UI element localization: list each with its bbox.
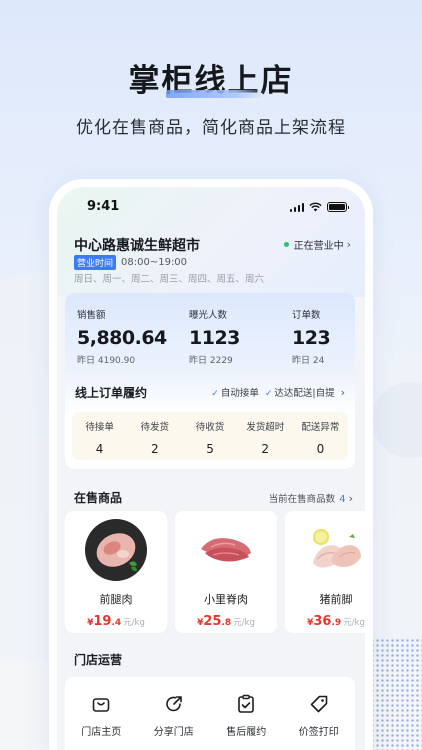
dot-pattern-decoration [370,638,422,750]
headline-highlight [166,90,266,98]
stat-exposure[interactable]: 曝光人数 1123 昨日 2229 [189,307,240,366]
op-after-sales[interactable]: 售后履约 [210,693,283,750]
stat-value: 5,880.64 [77,327,167,349]
hours-tag: 营业时间 [74,255,117,270]
stat-label: 订单数 [292,310,321,321]
op-share-store[interactable]: 分享门店 [138,693,211,750]
business-hours: 营业时间 08:00~19:00 [74,255,187,270]
stat-value: 1123 [189,327,240,349]
store-status-link[interactable]: 正在营业中 › [283,237,351,252]
goods-card[interactable]: 前腿肉 ¥19.4 元/kg [65,511,167,633]
check-icon: ✓ [211,389,219,399]
app-screen: 9:41 中心路惠诚生鲜超市 正在营业中 › 营业时间 08:00~19:00 … [57,187,365,750]
battery-icon [327,202,349,212]
signal-icon [289,202,304,212]
hours-text: 08:00~19:00 [121,257,188,268]
goods-price: ¥36.9 元/kg [307,614,365,629]
order-options[interactable]: ✓ 自动接单 ✓ 达达配送|自提 › [211,385,345,400]
operations-title: 门店运营 [74,653,123,667]
stat-yesterday: 昨日 2229 [189,356,233,366]
price-tag-icon [310,695,328,713]
goods-card[interactable]: 小里脊肉 ¥25.8 元/kg [175,511,277,633]
order-cell-delivery-error[interactable]: 配送异常 0 [293,412,348,460]
chevron-right-icon: › [346,238,351,251]
stat-sales[interactable]: 销售额 5,880.64 昨日 4190.90 [77,307,167,366]
goods-card[interactable]: 猪前脚 ¥36.9 元/kg [285,511,365,633]
op-store-home[interactable]: 门店主页 [65,693,138,750]
op-price-tag[interactable]: 价签打印 [283,693,356,750]
order-cell-pending-accept[interactable]: 待接单 4 [72,412,127,460]
delivery-option[interactable]: ✓ 达达配送|自提 [265,385,335,399]
promo-subhead: 优化在售商品，简化商品上架流程 [76,118,346,138]
store-status-text: 正在营业中 [293,241,344,252]
stat-yesterday: 昨日 4190.90 [77,356,136,366]
stat-label: 销售额 [77,310,106,321]
wifi-icon [309,202,322,212]
check-icon: ✓ [264,389,273,399]
goods-list: 前腿肉 ¥19.4 元/kg 小里脊肉 ¥25.8 元/kg 猪前脚 ¥36.9… [65,511,365,633]
goods-name: 前腿肉 [99,593,133,606]
status-bar: 9:41 [57,199,365,217]
stat-value: 123 [292,327,331,349]
operations-grid: 门店主页 分享门店 售后履约 价签打印 [65,677,355,750]
phone-frame: 9:41 中心路惠诚生鲜超市 正在营业中 › 营业时间 08:00~19:00 … [49,179,373,750]
goods-name: 猪前脚 [319,593,353,606]
order-cell-pending-ship[interactable]: 待发货 2 [127,412,182,460]
goods-price: ¥19.4 元/kg [87,614,145,629]
chevron-right-icon: › [348,492,353,505]
pig-trotter-image [305,519,365,581]
order-cell-pending-receive[interactable]: 待收货 5 [182,412,237,460]
store-name: 中心路惠诚生鲜超市 [74,238,200,254]
clipboard-check-icon [238,694,255,713]
order-cell-ship-overdue[interactable]: 发货超时 2 [238,412,293,460]
share-icon [165,696,182,712]
stat-orders[interactable]: 订单数 123 昨日 24 [292,307,331,366]
online-dot-icon [283,242,289,247]
orders-title: 线上订单履约 [75,386,148,400]
pork-leg-image [85,519,147,581]
order-status-grid: 待接单 4 待发货 2 待收货 5 发货超时 2 配送异常 0 [72,412,348,460]
chevron-right-icon: › [340,385,345,399]
goods-count-link[interactable]: 当前在售商品数 4 › [269,491,353,505]
stats-card: 销售额 5,880.64 昨日 4190.90 曝光人数 1123 昨日 222… [65,293,355,469]
goods-price: ¥25.8 元/kg [197,614,255,629]
shop-bag-icon [92,698,110,712]
status-time: 9:41 [87,199,120,214]
business-weekdays: 周日、周一、周二、周三、周四、周五、周六 [74,274,265,285]
goods-name: 小里脊肉 [204,593,248,606]
goods-section-title: 在售商品 [74,491,123,505]
auto-accept-option[interactable]: ✓ 自动接单 [211,385,259,399]
stat-yesterday: 昨日 24 [292,356,325,366]
stat-label: 曝光人数 [189,310,228,321]
tenderloin-image [195,519,257,581]
